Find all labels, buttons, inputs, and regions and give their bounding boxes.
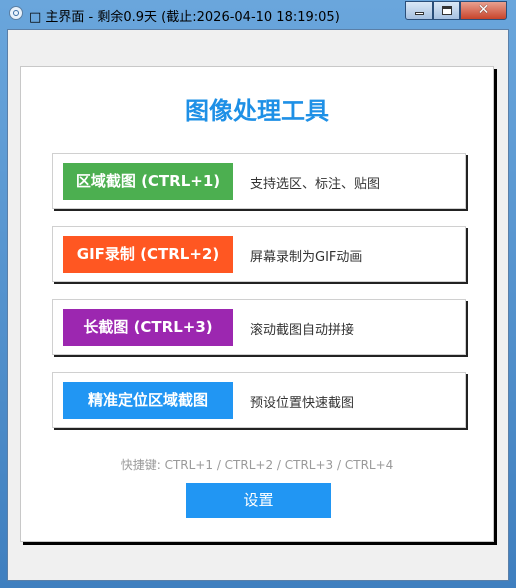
gif-record-description: 屏幕录制为GIF动画: [250, 250, 363, 265]
close-button[interactable]: ✕: [460, 1, 507, 20]
maximize-icon: [442, 6, 452, 15]
settings-button[interactable]: 设置: [186, 483, 331, 518]
precise-capture-description: 预设位置快速截图: [250, 396, 355, 411]
region-capture-description: 支持选区、标注、贴图: [250, 177, 381, 192]
main-card: 图像处理工具 区域截图 (CTRL+1) 支持选区、标注、贴图 GIF录制 (C…: [20, 66, 494, 542]
shortcut-hint: 快捷键: CTRL+1 / CTRL+2 / CTRL+3 / CTRL+4: [120, 458, 394, 472]
minimize-icon: [415, 12, 424, 15]
feature-row-precise-capture: 精准定位区域截图 预设位置快速截图: [52, 372, 466, 428]
feature-row-region-capture: 区域截图 (CTRL+1) 支持选区、标注、贴图: [52, 153, 466, 209]
client-area: 图像处理工具 区域截图 (CTRL+1) 支持选区、标注、贴图 GIF录制 (C…: [7, 29, 509, 581]
long-capture-description: 滚动截图自动拼接: [250, 323, 355, 338]
feature-row-gif-record: GIF录制 (CTRL+2) 屏幕录制为GIF动画: [52, 226, 466, 282]
title-bar[interactable]: □ 主界面 - 剩余0.9天 (截止:2026-04-10 18:19:05) …: [0, 0, 516, 28]
minimize-button[interactable]: [405, 1, 433, 20]
gif-record-button[interactable]: GIF录制 (CTRL+2): [63, 236, 233, 273]
window-title: □ 主界面 - 剩余0.9天 (截止:2026-04-10 18:19:05): [29, 10, 340, 25]
page-title: 图像处理工具: [185, 97, 329, 125]
main-window: □ 主界面 - 剩余0.9天 (截止:2026-04-10 18:19:05) …: [0, 0, 516, 588]
feature-row-long-capture: 长截图 (CTRL+3) 滚动截图自动拼接: [52, 299, 466, 355]
maximize-button[interactable]: [433, 1, 460, 20]
close-icon: ✕: [477, 2, 490, 18]
precise-capture-button[interactable]: 精准定位区域截图: [63, 382, 233, 419]
app-icon: [9, 6, 23, 20]
long-capture-button[interactable]: 长截图 (CTRL+3): [63, 309, 233, 346]
region-capture-button[interactable]: 区域截图 (CTRL+1): [63, 163, 233, 200]
